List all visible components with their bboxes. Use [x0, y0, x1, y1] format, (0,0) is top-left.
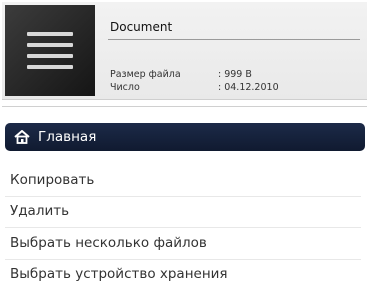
menu-item-delete[interactable]: Удалить [10, 203, 69, 219]
file-date-value: : 04.12.2010 [218, 82, 279, 93]
file-title: Document [110, 20, 173, 34]
panel-separator [2, 106, 367, 107]
menu-item-select-storage[interactable]: Выбрать устройство хранения [10, 266, 228, 282]
file-info-panel: Document Размер файла : 999 B Число : 04.1… [2, 2, 367, 100]
menu-divider [5, 227, 361, 228]
menu-header-home[interactable]: Главная [5, 123, 365, 151]
title-underline [108, 39, 360, 40]
file-date-label: Число [110, 82, 140, 93]
menu-item-copy[interactable]: Копировать [10, 172, 94, 188]
file-size-value: : 999 B [218, 69, 252, 80]
menu-header-label: Главная [38, 129, 97, 145]
home-icon [14, 130, 30, 144]
file-size-label: Размер файла [110, 69, 181, 80]
file-size-row: Размер файла : 999 B [110, 69, 252, 80]
menu-divider [5, 196, 361, 197]
document-thumbnail-icon [5, 5, 95, 96]
menu-item-select-multiple[interactable]: Выбрать несколько файлов [10, 235, 207, 251]
menu-divider [5, 259, 361, 260]
file-date-row: Число : 04.12.2010 [110, 82, 279, 93]
